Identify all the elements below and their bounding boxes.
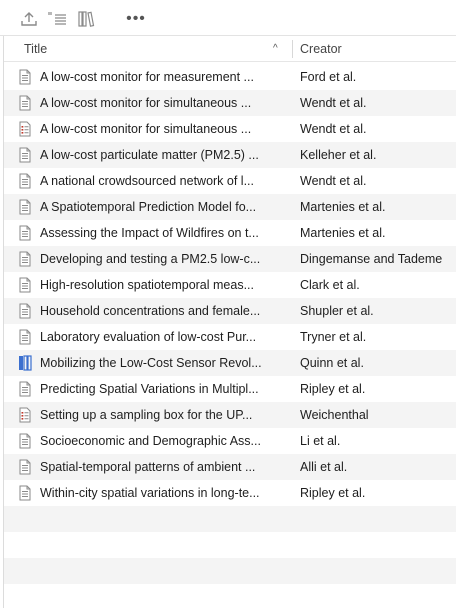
items-pane: ••• Title ^ Creator A low-cost monitor f… [0,0,456,608]
item-creator: Clark et al. [300,278,360,292]
item-creator: Wendt et al. [300,174,367,188]
table-row[interactable]: Socioeconomic and Demographic Ass... Li e… [4,428,456,454]
library-icon[interactable] [74,8,98,30]
notes-icon[interactable] [44,8,70,30]
item-creator: Li et al. [300,434,341,448]
document-icon [18,277,32,293]
items-list: A low-cost monitor for measurement ... Fo… [4,64,456,608]
sort-ascending-icon[interactable]: ^ [273,36,278,62]
table-row[interactable]: Spatial-temporal patterns of ambient ...… [4,454,456,480]
document-icon [18,381,32,397]
item-title: Within-city spatial variations in long-t… [40,486,260,500]
empty-row [4,532,456,558]
column-title-header[interactable]: Title [24,36,47,62]
item-creator: Martenies et al. [300,226,386,240]
item-title: A low-cost monitor for measurement ... [40,70,254,84]
more-icon[interactable]: ••• [124,8,148,30]
item-title: A low-cost monitor for simultaneous ... [40,96,252,110]
upload-icon[interactable] [18,8,40,30]
item-creator: Tryner et al. [300,330,367,344]
column-divider[interactable] [292,40,293,58]
table-row[interactable]: Assessing the Impact of Wildfires on t..… [4,220,456,246]
empty-row [4,584,456,608]
item-title: Mobilizing the Low-Cost Sensor Revol... [40,356,262,370]
item-creator: Quinn et al. [300,356,364,370]
item-creator: Alli et al. [300,460,348,474]
item-creator: Ripley et al. [300,486,366,500]
item-creator: Ripley et al. [300,382,366,396]
report-icon [18,121,32,137]
item-title: High-resolution spatiotemporal meas... [40,278,254,292]
document-icon [18,433,32,449]
table-row[interactable]: A low-cost monitor for measurement ... Fo… [4,64,456,90]
book-icon [18,355,32,371]
document-icon [18,225,32,241]
item-creator: Dingemanse and Tademe [300,252,443,266]
table-row[interactable]: A low-cost monitor for simultaneous ... W… [4,90,456,116]
item-creator: Shupler et al. [300,304,374,318]
item-creator: Martenies et al. [300,200,386,214]
document-icon [18,251,32,267]
item-title: A national crowdsourced network of l... [40,174,255,188]
item-creator: Wendt et al. [300,122,367,136]
table-row[interactable]: Mobilizing the Low-Cost Sensor Revol... Q… [4,350,456,376]
document-icon [18,329,32,345]
document-icon [18,303,32,319]
items-toolbar: ••• [0,0,456,36]
table-row[interactable]: A Spatiotemporal Prediction Model fo... M… [4,194,456,220]
table-row[interactable]: A low-cost particulate matter (PM2.5) ..… [4,142,456,168]
document-icon [18,173,32,189]
table-row[interactable]: High-resolution spatiotemporal meas... Cl… [4,272,456,298]
item-title: Assessing the Impact of Wildfires on t..… [40,226,259,240]
column-header: Title ^ Creator [4,36,456,62]
item-creator: Kelleher et al. [300,148,377,162]
table-row[interactable]: Household concentrations and female... Sh… [4,298,456,324]
item-title: Setting up a sampling box for the UP... [40,408,253,422]
table-row[interactable]: Within-city spatial variations in long-t… [4,480,456,506]
report-icon [18,407,32,423]
table-row[interactable]: Predicting Spatial Variations in Multipl… [4,376,456,402]
item-title: Spatial-temporal patterns of ambient ... [40,460,256,474]
document-icon [18,95,32,111]
document-icon [18,459,32,475]
table-row[interactable]: A low-cost monitor for simultaneous ... W… [4,116,456,142]
item-creator: Weichenthal [300,408,369,422]
document-icon [18,147,32,163]
item-title: Laboratory evaluation of low-cost Pur... [40,330,257,344]
document-icon [18,485,32,501]
item-title: A low-cost particulate matter (PM2.5) ..… [40,148,259,162]
item-title: Socioeconomic and Demographic Ass... [40,434,261,448]
item-title: Developing and testing a PM2.5 low-c... [40,252,261,266]
table-row[interactable]: A national crowdsourced network of l... W… [4,168,456,194]
table-row[interactable]: Setting up a sampling box for the UP... W… [4,402,456,428]
item-title: A low-cost monitor for simultaneous ... [40,122,252,136]
item-title: Predicting Spatial Variations in Multipl… [40,382,259,396]
item-creator: Ford et al. [300,70,357,84]
item-title: A Spatiotemporal Prediction Model fo... [40,200,257,214]
table-row[interactable]: Laboratory evaluation of low-cost Pur...… [4,324,456,350]
item-title: Household concentrations and female... [40,304,261,318]
item-creator: Wendt et al. [300,96,367,110]
table-row[interactable]: Developing and testing a PM2.5 low-c... D… [4,246,456,272]
column-creator-header[interactable]: Creator [300,36,342,62]
document-icon [18,69,32,85]
empty-row [4,506,456,532]
document-icon [18,199,32,215]
empty-row [4,558,456,584]
